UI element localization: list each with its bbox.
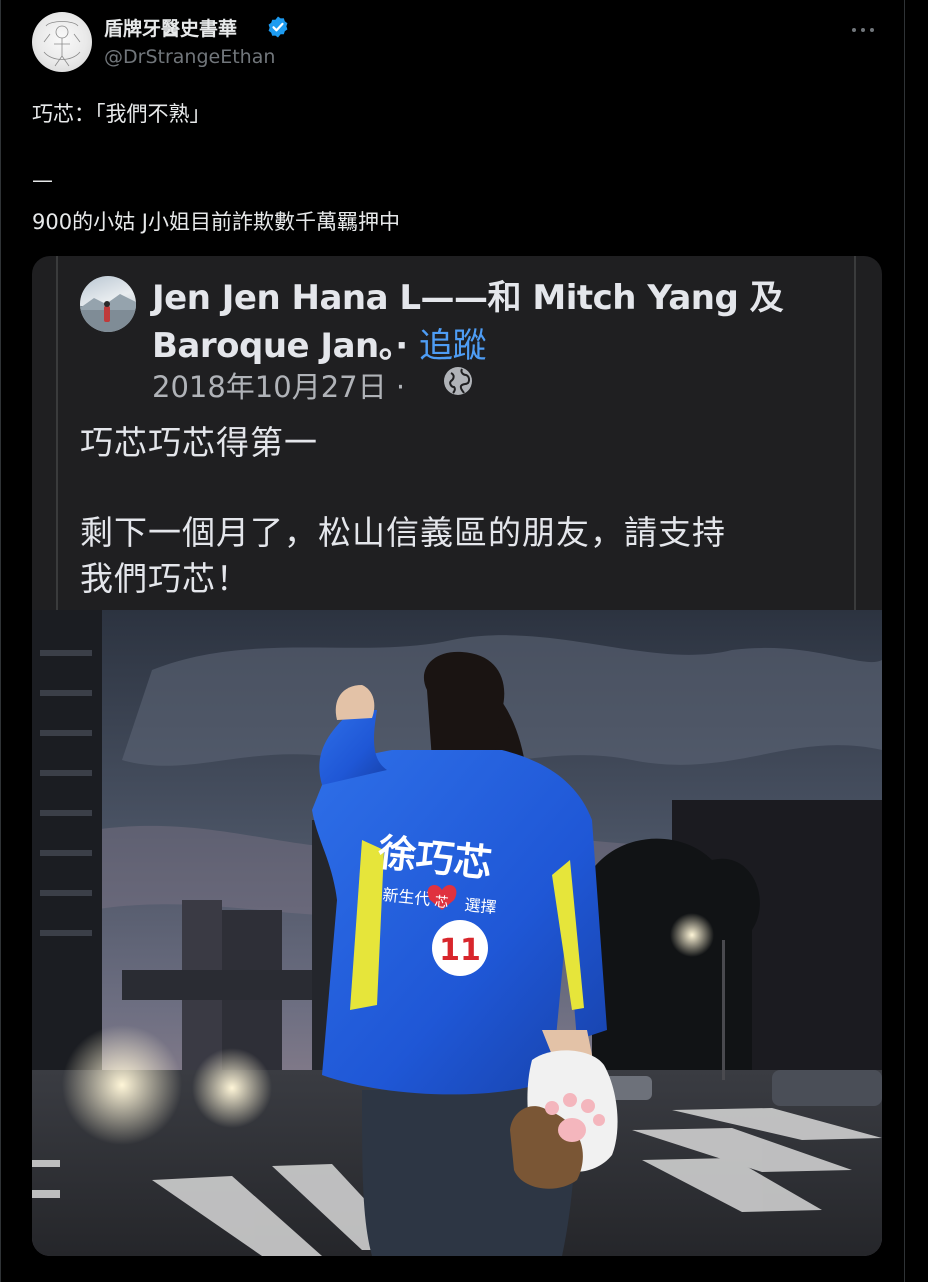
fb-post-text-line-3: 我們巧芯！ bbox=[80, 559, 250, 598]
fb-author-line-1: Jen Jen Hana L——和 Mitch Yang 及 bbox=[152, 278, 784, 318]
fb-author-avatar bbox=[80, 276, 136, 332]
globe-icon bbox=[444, 367, 472, 395]
paw-toe bbox=[545, 1101, 559, 1115]
fb-author-line-2-text: Baroque Jan。· bbox=[152, 326, 408, 366]
user-handle[interactable]: @DrStrangeEthan bbox=[104, 46, 275, 68]
paw-toe bbox=[581, 1099, 595, 1113]
trees bbox=[592, 838, 760, 1080]
paw-toe bbox=[563, 1093, 577, 1107]
avatar-illustration bbox=[43, 21, 81, 67]
fb-author-line-2: Baroque Jan。· 追蹤 bbox=[152, 318, 486, 367]
car-light bbox=[192, 1048, 272, 1128]
follow-link[interactable]: 追蹤 bbox=[419, 326, 487, 366]
user-avatar[interactable] bbox=[32, 12, 92, 72]
tweet-text-line-2: 900的小姑 J小姐目前詐欺數千萬羈押中 bbox=[32, 210, 400, 234]
screenshot-border-left bbox=[56, 256, 58, 610]
tweet-header: 盾牌牙醫史書華 @DrStrangeEthan bbox=[32, 12, 892, 76]
tweet-divider: — bbox=[32, 168, 53, 192]
hair bbox=[423, 651, 505, 760]
street-lamp-pole bbox=[722, 940, 725, 1080]
fb-avatar-photo bbox=[80, 294, 136, 332]
screenshot-border-right bbox=[854, 256, 856, 610]
building-left bbox=[32, 610, 102, 1070]
fb-post-text-line-2: 剩下一個月了，松山信義區的朋友，請支持 bbox=[80, 513, 726, 552]
tweet-text-line-1: 巧芯：「我們不熟」 bbox=[32, 102, 211, 126]
street-lamp-light bbox=[670, 913, 714, 957]
jacket-number: 11 bbox=[439, 933, 481, 968]
fb-post-date: 2018年10月27日 · bbox=[152, 370, 406, 404]
embedded-facebook-screenshot[interactable]: Jen Jen Hana L——和 Mitch Yang 及 Baroque J… bbox=[32, 256, 882, 1256]
fb-post-text-line-1: 巧芯巧芯得第一 bbox=[80, 423, 318, 462]
parked-car bbox=[772, 1070, 882, 1106]
paw-pad bbox=[558, 1118, 586, 1142]
verified-badge-icon bbox=[268, 16, 288, 38]
more-options-icon[interactable] bbox=[850, 20, 880, 40]
jacket-slogan-right: 選擇 bbox=[464, 895, 498, 917]
display-name[interactable]: 盾牌牙醫史書華 bbox=[104, 14, 237, 41]
paw-toe bbox=[593, 1114, 605, 1126]
jacket-slogan-heart: 芯 bbox=[434, 894, 450, 911]
campaign-photo[interactable]: 徐巧芯 新生代 芯 選擇 11 bbox=[32, 610, 882, 1256]
car-light bbox=[62, 1025, 182, 1145]
